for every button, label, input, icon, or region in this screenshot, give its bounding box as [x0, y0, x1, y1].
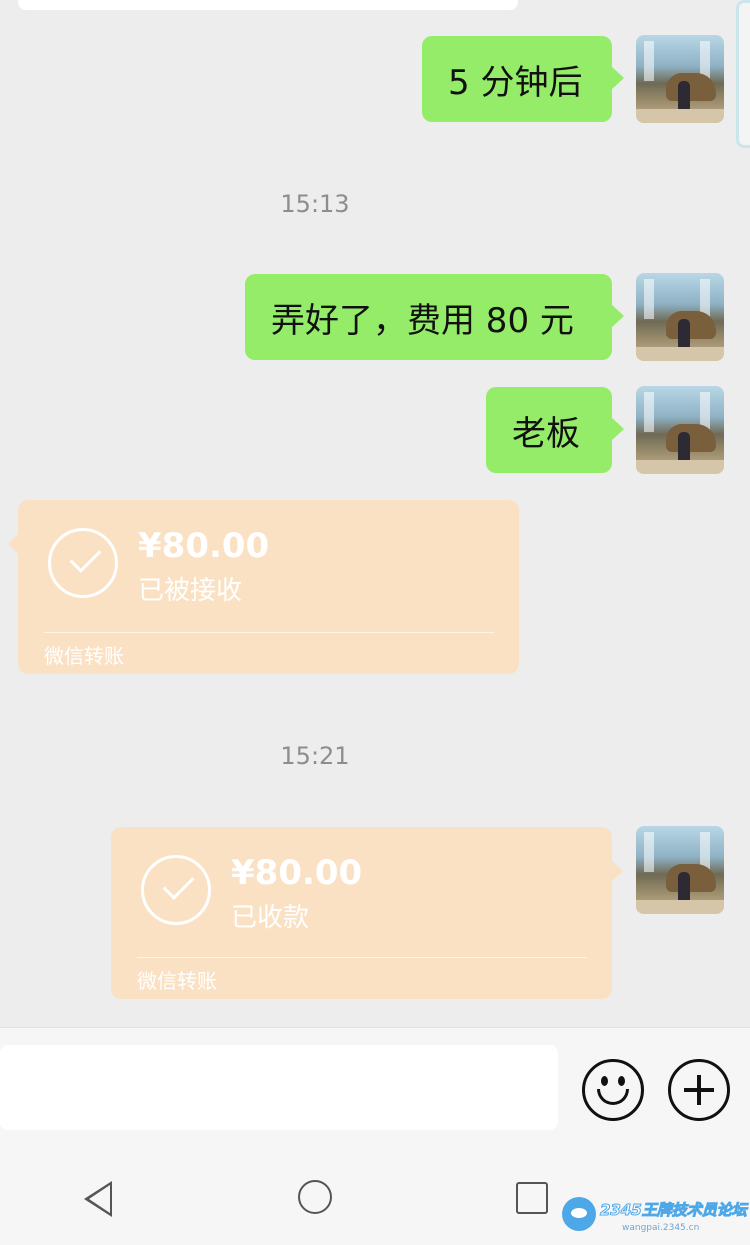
my-avatar[interactable]: [636, 35, 724, 123]
message-text: 弄好了，费用 80 元: [271, 300, 574, 341]
message-text: 老板: [512, 413, 580, 454]
plus-icon[interactable]: [668, 1059, 730, 1121]
back-icon-inner: [89, 1185, 110, 1213]
transfer-amount: ¥80.00: [231, 853, 363, 893]
check-circle-icon: [48, 528, 118, 598]
watermark-subtext: wangpai.2345.cn: [622, 1223, 700, 1233]
bubble-tail: [612, 861, 623, 881]
message-text: 5 分钟后: [448, 62, 583, 103]
recents-icon[interactable]: [516, 1182, 548, 1214]
bubble-tail: [8, 534, 18, 554]
sent-message-bubble[interactable]: 5 分钟后: [422, 36, 624, 122]
my-avatar[interactable]: [636, 273, 724, 361]
timestamp: 15:13: [280, 190, 350, 218]
timestamp: 15:21: [280, 742, 350, 770]
smile-icon[interactable]: [582, 1059, 644, 1121]
home-icon[interactable]: [298, 1180, 332, 1214]
sent-message-bubble[interactable]: 老板: [486, 387, 624, 473]
transfer-card[interactable]: ¥80.00 已被接收 微信转账: [8, 500, 519, 674]
message-input[interactable]: [0, 1045, 558, 1130]
transfer-label: 微信转账: [44, 644, 124, 668]
contact-avatar[interactable]: [736, 0, 750, 148]
my-avatar[interactable]: [636, 386, 724, 474]
transfer-status: 已被接收: [138, 576, 243, 606]
check-circle-icon: [141, 855, 211, 925]
divider: [44, 632, 494, 633]
transfer-amount: ¥80.00: [138, 526, 270, 566]
my-avatar[interactable]: [636, 826, 724, 914]
transfer-card[interactable]: ¥80.00 已收款 微信转账: [111, 827, 623, 999]
transfer-label: 微信转账: [137, 969, 217, 993]
watermark: 2345王牌技术员论坛 wangpai.2345.cn: [562, 1195, 747, 1239]
sent-message-bubble[interactable]: 弄好了，费用 80 元: [245, 274, 624, 360]
divider: [137, 957, 587, 958]
watermark-logo-icon: [562, 1197, 596, 1231]
transfer-status: 已收款: [231, 903, 310, 933]
received-message-bubble[interactable]: [18, 0, 518, 10]
watermark-text: 2345王牌技术员论坛: [600, 1201, 748, 1220]
